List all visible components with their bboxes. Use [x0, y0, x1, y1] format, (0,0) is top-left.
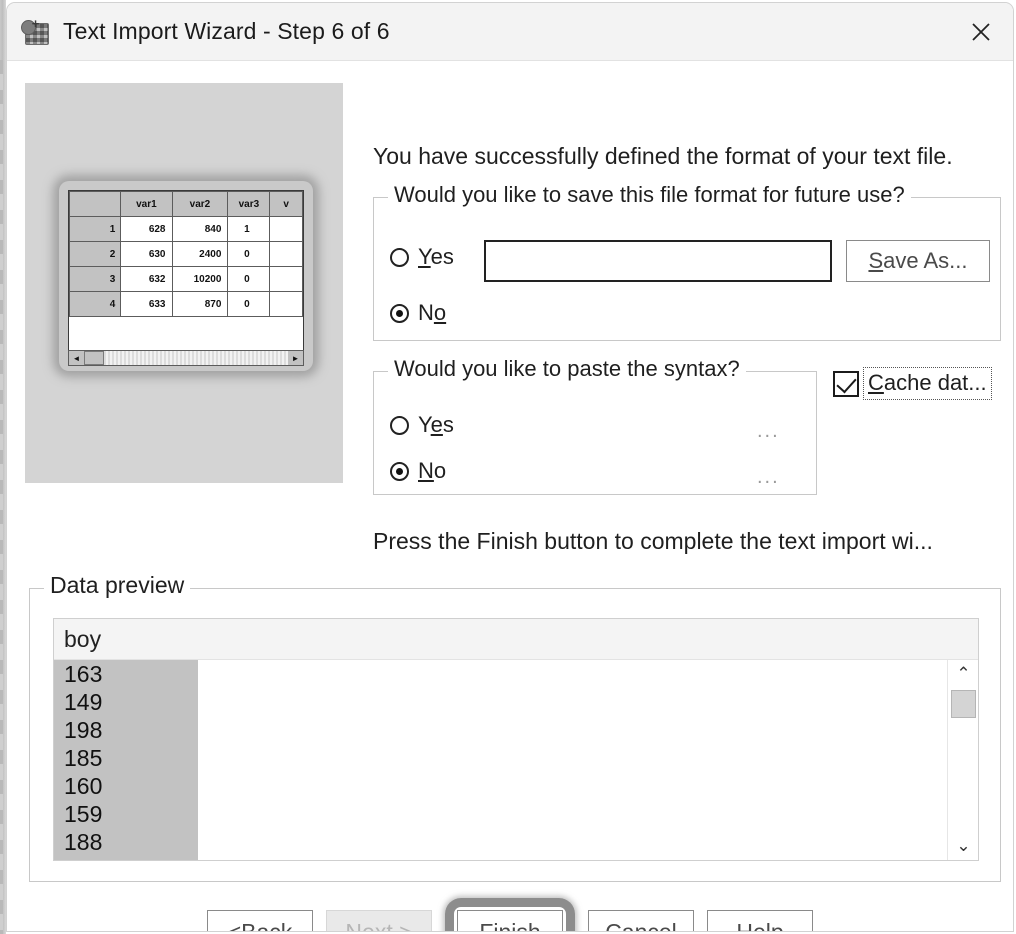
text-import-wizard-icon: + [21, 17, 51, 47]
illustration-cell [269, 216, 303, 242]
illustration-col-var3: var3 [227, 191, 271, 217]
illustration-col-v: v [269, 191, 303, 217]
illustration-cell: 0 [227, 266, 271, 292]
checkbox-indicator [833, 370, 859, 397]
save-format-yes-radio[interactable]: Yes [390, 244, 454, 270]
list-item: 198 [64, 717, 103, 743]
illustration-col-rownum [69, 191, 122, 217]
scroll-up-icon[interactable]: ⌃ [948, 660, 978, 688]
table-row: 3 632 10200 0 [69, 266, 303, 292]
illustration-cell: 1 [227, 216, 271, 242]
data-preview-grid[interactable]: boy 163 149 198 185 160 159 188 ⌃ ⌄ [53, 618, 979, 861]
list-item: 159 [64, 801, 103, 827]
save-format-yes-label: Yes [418, 244, 454, 269]
save-format-no-label: No [418, 300, 447, 325]
data-preview-legend: Data preview [44, 572, 191, 599]
paste-syntax-no-label: No [418, 458, 447, 483]
illustration-cell [269, 241, 303, 267]
table-row: 2 630 2400 0 [69, 241, 303, 267]
scroll-left-icon: ◄ [69, 351, 84, 365]
next-button: Next > [326, 910, 432, 931]
list-item: 149 [64, 689, 103, 715]
data-preview-column-header: boy [64, 625, 102, 652]
radio-indicator [390, 247, 409, 267]
illustration-cell: 2400 [171, 241, 229, 267]
save-format-filename-input[interactable] [484, 240, 832, 282]
data-preview-header-row: boy [54, 619, 978, 660]
save-format-legend: Would you like to save this file format … [388, 182, 911, 208]
illustration-table: var1 var2 var3 v 1 628 840 1 2 630 2400 … [68, 190, 304, 362]
help-button[interactable]: Help [707, 910, 813, 931]
data-preview-empty-area [198, 660, 978, 860]
save-as-button[interactable]: Save As... [846, 240, 990, 282]
paste-syntax-yes-radio[interactable]: Yes [390, 412, 454, 438]
radio-indicator [390, 303, 409, 323]
illustration-cell [269, 291, 303, 317]
screen: + Text Import Wizard - Step 6 of 6 var1 … [0, 0, 1016, 934]
data-preview-body: 163 149 198 185 160 159 188 [54, 660, 978, 860]
cache-data-label: Cache dat... [863, 367, 992, 400]
finish-button-highlight: Finish [445, 898, 575, 931]
scroll-down-icon[interactable]: ⌄ [948, 832, 978, 860]
illustration-cell: 628 [120, 216, 173, 242]
illustration-cell: 0 [227, 241, 271, 267]
close-icon[interactable] [949, 3, 1013, 60]
finish-button[interactable]: Finish [457, 910, 563, 931]
paste-syntax-yes-ellipsis: ... [757, 420, 780, 442]
save-format-no-radio[interactable]: No [390, 300, 446, 326]
illustration-cell: 10200 [171, 266, 229, 292]
list-item: 163 [64, 661, 103, 687]
illustration-cell [269, 266, 303, 292]
list-item: 160 [64, 773, 103, 799]
table-row: 4 633 870 0 [69, 291, 303, 317]
title-bar: + Text Import Wizard - Step 6 of 6 [7, 3, 1013, 61]
paste-syntax-group: Would you like to paste the syntax? Yes … [373, 356, 817, 495]
data-preview-group: Data preview boy 163 149 198 185 160 159 [29, 572, 1001, 882]
scroll-track [104, 351, 288, 365]
illustration-cell: 840 [171, 216, 229, 242]
illustration-cell: 1 [69, 216, 122, 242]
illustration-cell: 630 [120, 241, 173, 267]
illustration-col-var2: var2 [171, 191, 229, 217]
dialog-client-area: var1 var2 var3 v 1 628 840 1 2 630 2400 … [7, 61, 1013, 931]
scroll-thumb [84, 351, 104, 365]
success-message: You have successfully defined the format… [373, 143, 953, 169]
scroll-right-icon: ► [288, 351, 303, 365]
scroll-thumb[interactable] [951, 690, 976, 718]
text-import-wizard-dialog: + Text Import Wizard - Step 6 of 6 var1 … [6, 2, 1014, 932]
dialog-button-bar: < Back Next > Finish Cancel Help [7, 898, 1013, 931]
illustration-col-var1: var1 [120, 191, 173, 217]
paste-syntax-no-ellipsis: ... [757, 466, 780, 488]
radio-indicator [390, 415, 409, 435]
cache-data-checkbox[interactable]: Cache dat... [833, 367, 992, 400]
data-preview-vertical-scrollbar[interactable]: ⌃ ⌄ [947, 660, 978, 860]
illustration-cell: 0 [227, 291, 271, 317]
data-preview-column-boy: 163 149 198 185 160 159 188 [54, 660, 198, 860]
wizard-illustration: var1 var2 var3 v 1 628 840 1 2 630 2400 … [25, 83, 343, 483]
illustration-cell: 633 [120, 291, 173, 317]
save-format-group: Would you like to save this file format … [373, 182, 1001, 341]
radio-indicator [390, 461, 409, 481]
paste-syntax-no-radio[interactable]: No [390, 458, 446, 484]
illustration-cell: 4 [69, 291, 122, 317]
table-row: 1 628 840 1 [69, 216, 303, 242]
list-item: 185 [64, 745, 103, 771]
illustration-cell: 870 [171, 291, 229, 317]
illustration-cell: 2 [69, 241, 122, 267]
illustration-horizontal-scrollbar: ◄ ► [68, 350, 304, 366]
illustration-cell: 3 [69, 266, 122, 292]
press-finish-message: Press the Finish button to complete the … [373, 528, 933, 554]
paste-syntax-yes-label: Yes [418, 412, 454, 437]
cancel-button[interactable]: Cancel [588, 910, 694, 931]
paste-syntax-legend: Would you like to paste the syntax? [388, 356, 746, 382]
background-window-edge [0, 60, 3, 934]
window-title: Text Import Wizard - Step 6 of 6 [63, 18, 390, 44]
back-button[interactable]: < Back [207, 910, 313, 931]
list-item: 188 [64, 829, 103, 855]
illustration-cell: 632 [120, 266, 173, 292]
illustration-spreadsheet: var1 var2 var3 v 1 628 840 1 2 630 2400 … [59, 181, 313, 371]
